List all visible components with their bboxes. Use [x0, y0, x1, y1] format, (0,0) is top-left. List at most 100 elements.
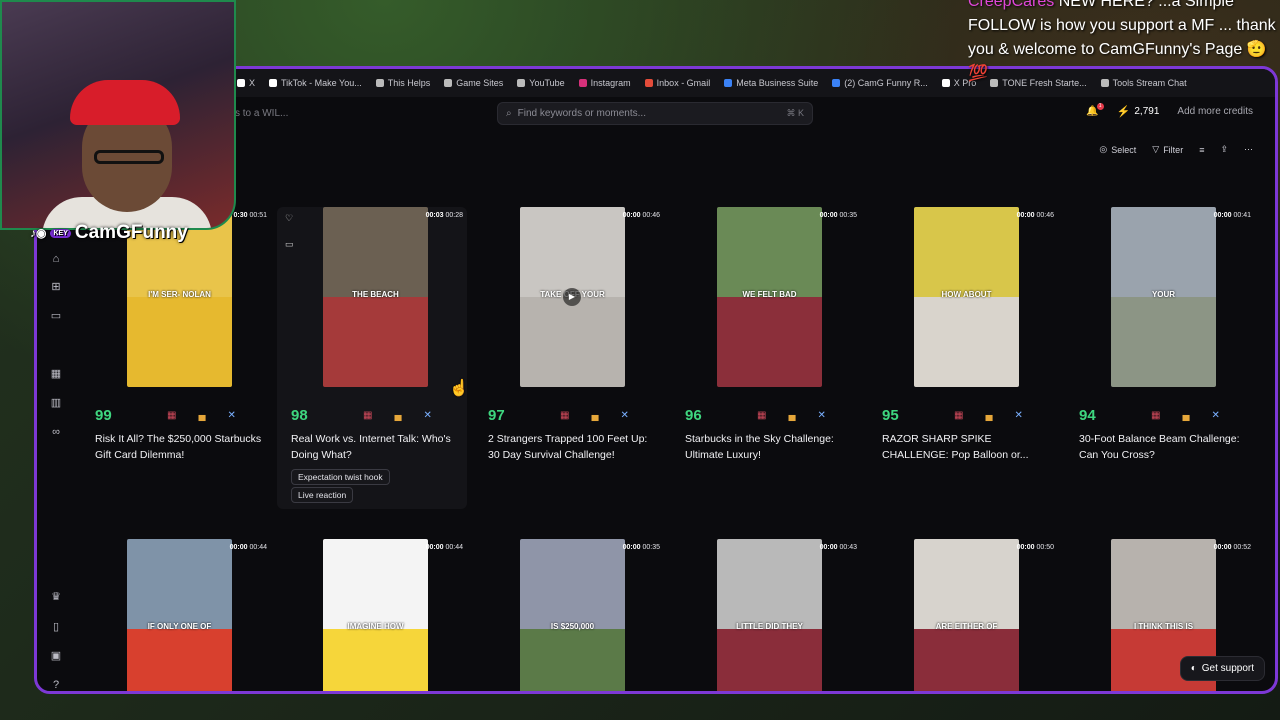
- clip-thumbnail[interactable]: THE BEACH: [323, 207, 428, 387]
- webcam-glasses: [94, 150, 164, 164]
- calendar-icon[interactable]: ▦: [49, 367, 63, 381]
- search-input[interactable]: ⌕ Find keywords or moments... ⌘ K: [497, 102, 813, 125]
- download-icon[interactable]: ▄: [198, 410, 205, 421]
- thumbnail-bottom: [323, 629, 428, 691]
- thumbnail-caption: WE FELT BAD: [742, 289, 797, 299]
- bookmark-label: X: [249, 78, 256, 88]
- download-icon[interactable]: ▄: [1182, 410, 1189, 421]
- add-credits-button[interactable]: Add more credits: [1177, 106, 1253, 117]
- bookmark-item[interactable]: This Helps: [375, 78, 430, 88]
- select-button[interactable]: ◎ Select: [1099, 144, 1136, 155]
- comment-icon[interactable]: ▭: [285, 239, 294, 250]
- favorite-icon[interactable]: ♡: [285, 213, 293, 224]
- home-icon[interactable]: ⌂: [49, 252, 63, 266]
- clip-thumbnail[interactable]: IMAGINE HOW: [323, 539, 428, 691]
- bookmark-item[interactable]: (2) CamG Funny R...: [832, 78, 928, 88]
- clip-title[interactable]: Starbucks in the Sky Challenge: Ultimate…: [685, 431, 855, 463]
- bookmark-item[interactable]: TikTok - Make You...: [269, 78, 362, 88]
- time-end: 00:28: [445, 212, 463, 219]
- clip-card[interactable]: WE FELT BAD 00:00 00:35 96 ▦ ▄ ✕ Starbucks in …: [671, 207, 861, 467]
- x-share-icon[interactable]: ✕: [818, 410, 826, 421]
- folder-icon[interactable]: ▭: [49, 309, 63, 323]
- clip-thumbnail[interactable]: IF ONLY ONE OF: [127, 539, 232, 691]
- book-icon[interactable]: ▯: [49, 620, 63, 634]
- upload-icon[interactable]: ⇪: [1220, 144, 1228, 155]
- calendar-icon[interactable]: ▦: [1151, 410, 1160, 421]
- bookmark-item[interactable]: YouTube: [517, 78, 565, 88]
- clip-card[interactable]: I'M SER- NOLAN 0:30 00:51 99 ▦ ▄ ✕ Risk It All…: [81, 207, 271, 467]
- get-support-button[interactable]: ◐ Get support: [1179, 656, 1265, 681]
- thumbnail-caption: IMAGINE HOW: [347, 621, 404, 631]
- clip-card[interactable]: THE BEACH 00:03 00:28 98 ▦ ▄ ✕ Real Work vs. I…: [277, 207, 467, 509]
- calendar-icon[interactable]: ▦: [757, 410, 766, 421]
- clip-card[interactable]: LITTLE DID THEY 00:00 00:43: [671, 539, 861, 691]
- bookmark-item[interactable]: Meta Business Suite: [724, 78, 818, 88]
- thumbnail-top: [1111, 207, 1216, 297]
- x-share-icon[interactable]: ✕: [228, 410, 236, 421]
- time-start: 00:00: [1213, 212, 1232, 219]
- virality-score: 95: [882, 407, 899, 424]
- calendar-icon[interactable]: ▦: [363, 410, 372, 421]
- x-share-icon[interactable]: ✕: [1015, 410, 1023, 421]
- bookmark-item[interactable]: X: [237, 78, 255, 88]
- clip-card[interactable]: HOW ABOUT 00:00 00:46 95 ▦ ▄ ✕ RAZOR SHARP SPI…: [868, 207, 1058, 467]
- thumbnail-bottom: [323, 297, 428, 387]
- clip-thumbnail[interactable]: WE FELT BAD: [717, 207, 822, 387]
- apps-icon[interactable]: ⊞: [49, 280, 63, 294]
- bookmark-item[interactable]: Instagram: [578, 78, 631, 88]
- sort-icon[interactable]: ≡: [1199, 145, 1204, 155]
- clip-thumbnail[interactable]: ARE EITHER OF: [914, 539, 1019, 691]
- clip-card[interactable]: ARE EITHER OF 00:00 00:50: [868, 539, 1058, 691]
- clip-card[interactable]: TAKE OFF YOUR00:00 00:4697▦▄✕2 Strangers…: [474, 207, 664, 467]
- calendar-icon[interactable]: ▦: [954, 410, 963, 421]
- clip-title[interactable]: 2 Strangers Trapped 100 Feet Up: 30 Day …: [488, 431, 658, 463]
- download-icon[interactable]: ▄: [788, 410, 795, 421]
- x-share-icon[interactable]: ✕: [1212, 410, 1220, 421]
- bookmark-label: Meta Business Suite: [736, 78, 819, 88]
- thumbnail-caption: ARE EITHER OF: [935, 621, 998, 631]
- play-icon[interactable]: ▶: [563, 288, 581, 306]
- clip-duration: 00:00 00:35: [623, 544, 660, 551]
- notification-bell-icon[interactable]: 🔔 1: [1086, 103, 1104, 117]
- clip-title[interactable]: Risk It All? The $250,000 Starbucks Gift…: [95, 431, 265, 463]
- clip-thumbnail[interactable]: YOUR: [1111, 207, 1216, 387]
- clip-duration: 00:00 00:44: [426, 544, 463, 551]
- clip-card[interactable]: IMAGINE HOW 00:00 00:44: [277, 539, 467, 691]
- thumbnail-top: [127, 539, 232, 629]
- x-share-icon[interactable]: ✕: [621, 410, 629, 421]
- clip-title[interactable]: Real Work vs. Internet Talk: Who's Doing…: [291, 431, 461, 463]
- clip-thumbnail[interactable]: HOW ABOUT: [914, 207, 1019, 387]
- virality-score: 96: [685, 407, 702, 424]
- tiktok-icon: [269, 79, 278, 87]
- more-options-icon[interactable]: ⋯: [1244, 144, 1253, 155]
- clip-card[interactable]: YOUR 00:00 00:41 94 ▦ ▄ ✕ 30-Foot Balance Beam…: [1065, 207, 1255, 467]
- thumbnail-caption: YOUR: [1151, 289, 1176, 299]
- crown-icon[interactable]: ♛: [49, 590, 63, 604]
- gift-icon[interactable]: ▣: [49, 649, 63, 663]
- notification-badge: 1: [1096, 103, 1104, 110]
- download-icon[interactable]: ▄: [394, 410, 401, 421]
- link-icon[interactable]: ∞: [49, 425, 63, 439]
- clip-actions: ▦ ▄ ✕: [167, 410, 236, 421]
- filter-label: Filter: [1163, 144, 1184, 155]
- social-icons: ♪◉: [30, 226, 47, 240]
- time-end: 00:43: [839, 544, 857, 551]
- clip-thumbnail[interactable]: LITTLE DID THEY: [717, 539, 822, 691]
- clip-card[interactable]: IS $250,000 00:00 00:35: [474, 539, 664, 691]
- clip-card[interactable]: IF ONLY ONE OF 00:00 00:44: [81, 539, 271, 691]
- x-share-icon[interactable]: ✕: [424, 410, 432, 421]
- analytics-icon[interactable]: ▥: [49, 396, 63, 410]
- calendar-icon[interactable]: ▦: [167, 410, 176, 421]
- clip-title[interactable]: 30-Foot Balance Beam Challenge: Can You …: [1079, 431, 1249, 463]
- bookmark-item[interactable]: Inbox - Gmail: [644, 78, 710, 88]
- download-icon[interactable]: ▄: [985, 410, 992, 421]
- clip-title[interactable]: RAZOR SHARP SPIKE CHALLENGE: Pop Balloon…: [882, 431, 1052, 463]
- download-icon[interactable]: ▄: [591, 410, 598, 421]
- clip-thumbnail[interactable]: IS $250,000: [520, 539, 625, 691]
- chat-message: NEW HERE? ...a Simple FOLLOW is how you …: [968, 0, 1276, 82]
- thumbnail-bottom: [914, 297, 1019, 387]
- help-icon[interactable]: ?: [49, 678, 63, 691]
- bookmark-item[interactable]: Game Sites: [444, 78, 503, 88]
- calendar-icon[interactable]: ▦: [560, 410, 569, 421]
- filter-button[interactable]: ▽ Filter: [1152, 144, 1183, 155]
